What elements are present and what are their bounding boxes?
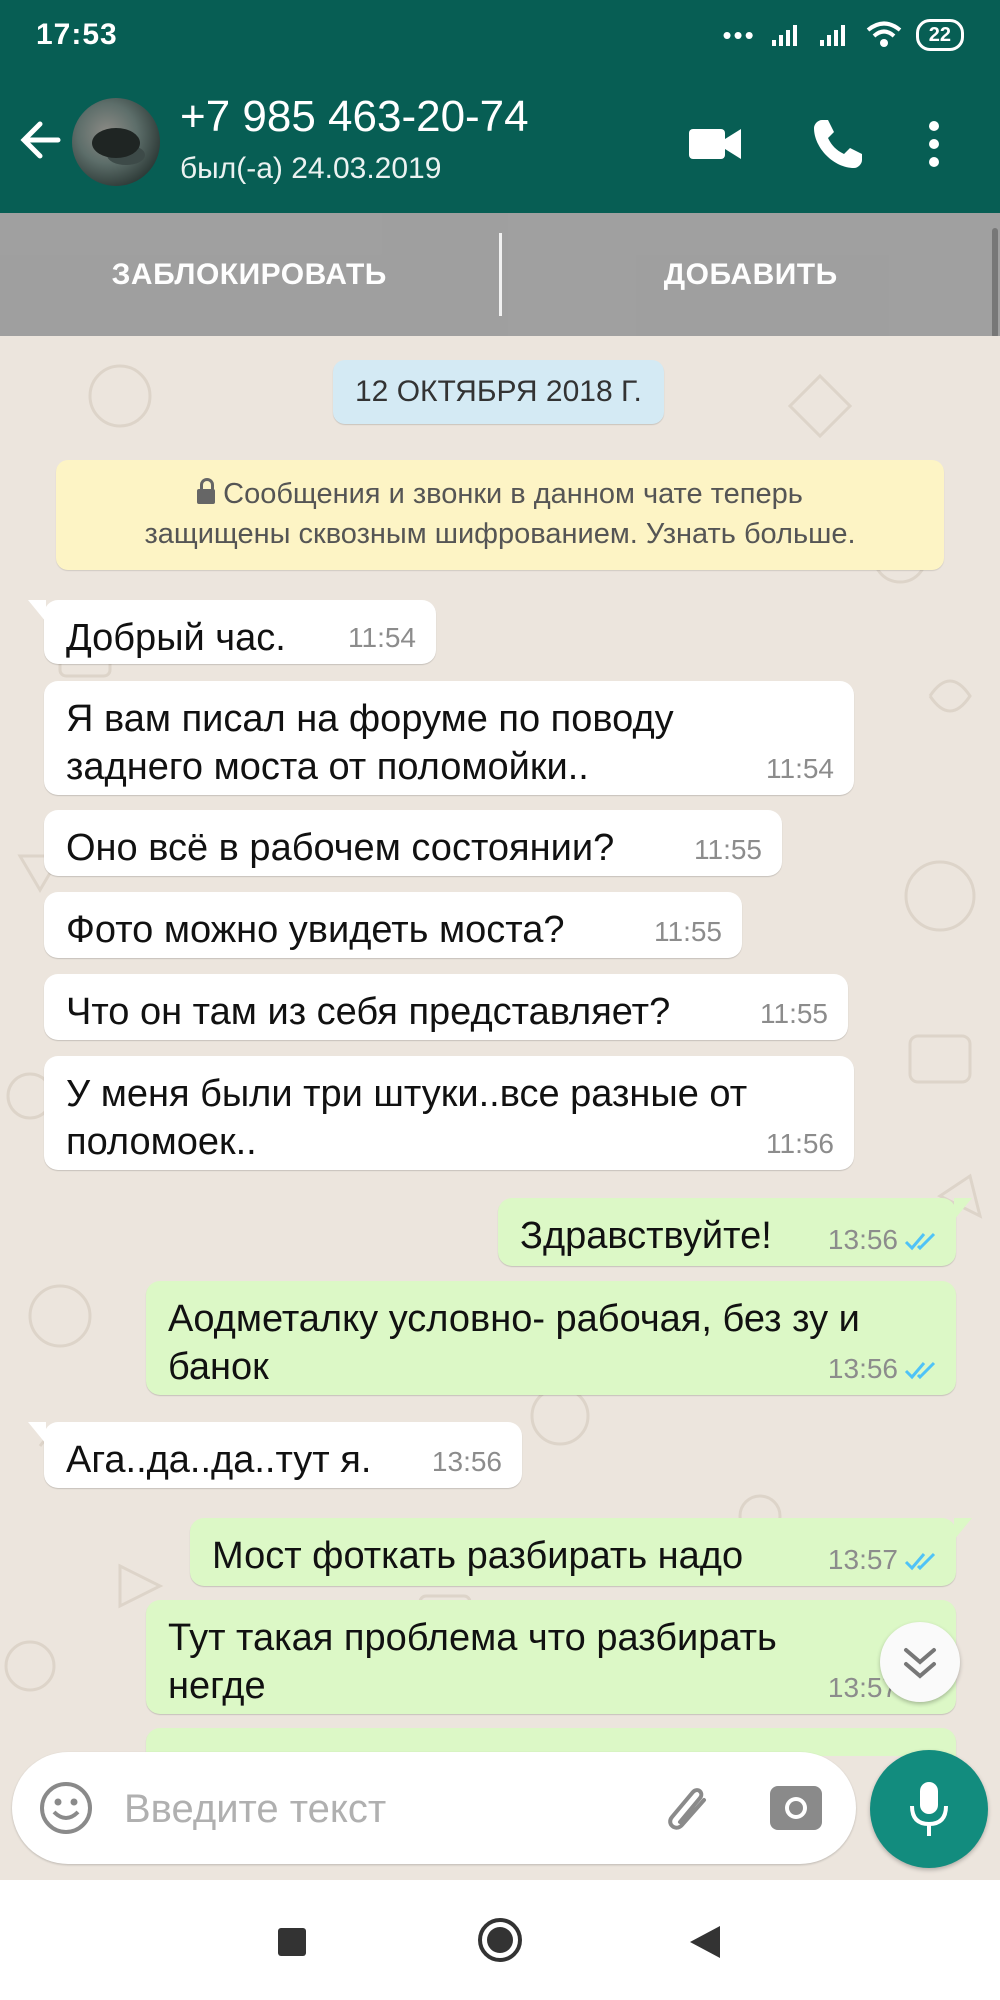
message-text: Мост фоткать разбирать надо <box>212 1535 744 1577</box>
last-seen-status: был(-а) 24.03.2019 <box>180 152 442 185</box>
message-time: 13:56 <box>431 1446 502 1477</box>
message-text: Здравствуйте! <box>520 1215 772 1257</box>
bubble-tail <box>28 1422 46 1444</box>
encryption-line-1: Сообщения и звонки в данном чате теперь <box>223 478 803 510</box>
status-icons: ••• 22 <box>722 19 964 51</box>
message-text: Добрый час. <box>66 617 286 659</box>
message-bubble-outgoing[interactable]: Здравствуйте! 13:56 <box>498 1198 972 1266</box>
message-text: Фото можно увидеть моста? <box>66 909 565 951</box>
message-time: 11:55 <box>694 834 762 865</box>
wifi-icon <box>866 21 902 47</box>
contact-avatar[interactable] <box>72 98 160 186</box>
chat-area[interactable]: 12 ОКТЯБРЯ 2018 Г. Сообщения и звонки в … <box>0 336 1000 1756</box>
message-bubble[interactable]: Оно всё в рабочем состоянии? 11:55 <box>44 810 782 876</box>
message-bubble[interactable]: Добрый час. 11:54 <box>28 600 436 664</box>
home-icon[interactable] <box>476 1916 524 1964</box>
message-bubble[interactable]: Фото можно увидеть моста? 11:55 <box>44 892 742 958</box>
message-text: У меня были три штуки..все разные от поло… <box>66 1073 748 1163</box>
message-bubble-outgoing[interactable]: Тут такая проблема что разбирать негде 13… <box>146 1600 956 1714</box>
message-time: 13:57 <box>827 1544 898 1575</box>
mic-button[interactable] <box>870 1750 988 1868</box>
chevron-double-down-icon <box>904 1648 936 1679</box>
message-time: 13:56 <box>827 1353 898 1384</box>
bubble-tail <box>954 1198 972 1220</box>
signal-icon <box>771 25 797 46</box>
message-text: Оно всё в рабочем состоянии? <box>66 827 615 869</box>
video-call-icon[interactable] <box>685 114 745 174</box>
status-bar: 17:53 ••• 22 <box>0 0 1000 70</box>
message-bubble[interactable]: У меня были три штуки..все разные от поло… <box>44 1056 854 1170</box>
paperclip-icon[interactable] <box>660 1778 720 1838</box>
message-time: 13:56 <box>827 1224 898 1255</box>
contact-name[interactable]: +7 985 463-20-74 <box>180 92 529 142</box>
bubble-tail <box>28 600 46 622</box>
message-bubble-outgoing[interactable]: Аодметалку условно- рабочая, без зу и бан… <box>146 1281 956 1395</box>
read-receipt-icon <box>904 1361 936 1380</box>
date-separator: 12 ОКТЯБРЯ 2018 Г. <box>333 360 664 424</box>
message-time: 11:54 <box>766 753 834 784</box>
mic-icon <box>910 1782 948 1836</box>
message-text: Что он там из себя представляет? <box>66 991 671 1033</box>
recents-icon[interactable] <box>276 1926 308 1958</box>
message-text: Ага..да..да..тут я. <box>66 1439 372 1481</box>
message-text: Я вам писал на форуме по поводу заднего м… <box>66 698 674 788</box>
block-button[interactable]: ЗАБЛОКИРОВАТЬ <box>0 213 499 336</box>
arrow-left-icon[interactable] <box>18 110 68 170</box>
system-nav-bar <box>0 1880 1000 2000</box>
read-receipt-icon <box>904 1232 936 1251</box>
bubble-tail <box>954 1518 972 1540</box>
lock-icon <box>197 478 216 504</box>
signal-icon-2 <box>819 25 845 46</box>
emoji-icon[interactable] <box>38 1780 94 1836</box>
message-time: 11:55 <box>760 998 828 1029</box>
scrollbar[interactable] <box>992 228 998 338</box>
message-time: 11:55 <box>654 916 722 947</box>
status-time: 17:53 <box>36 18 118 51</box>
message-text: Аодметалку условно- рабочая, без зу и бан… <box>168 1298 860 1388</box>
message-composer <box>12 1752 856 1864</box>
encryption-notice[interactable]: Сообщения и звонки в данном чате теперь … <box>56 460 944 570</box>
chat-header: +7 985 463-20-74 был(-а) 24.03.2019 <box>0 70 1000 213</box>
encryption-line-2: защищены сквозным шифрованием. Узнать бо… <box>144 518 856 550</box>
notification-dots-icon: ••• <box>722 19 756 50</box>
message-time: 11:56 <box>766 1128 834 1159</box>
message-input[interactable] <box>122 1778 626 1840</box>
message-bubble[interactable]: Я вам писал на форуме по поводу заднего м… <box>44 681 854 795</box>
camera-icon[interactable] <box>768 1780 824 1836</box>
scroll-to-bottom-button[interactable] <box>880 1622 960 1702</box>
phone-icon[interactable] <box>808 114 868 174</box>
back-nav-icon[interactable] <box>688 1924 722 1960</box>
message-bubble[interactable]: Что он там из себя представляет? 11:55 <box>44 974 848 1040</box>
unknown-contact-actions: ЗАБЛОКИРОВАТЬ ДОБАВИТЬ <box>0 213 1000 336</box>
battery-indicator: 22 <box>915 19 964 51</box>
message-bubble[interactable]: Ага..да..да..тут я. 13:56 <box>28 1422 522 1488</box>
message-text: Тут такая проблема что разбирать негде <box>168 1617 777 1707</box>
message-bubble-outgoing[interactable]: Мост фоткать разбирать надо 13:57 <box>190 1518 972 1586</box>
message-time: 11:54 <box>348 622 416 653</box>
add-contact-button[interactable]: ДОБАВИТЬ <box>502 213 1000 336</box>
read-receipt-icon <box>904 1552 936 1571</box>
more-vert-icon[interactable] <box>914 114 954 174</box>
